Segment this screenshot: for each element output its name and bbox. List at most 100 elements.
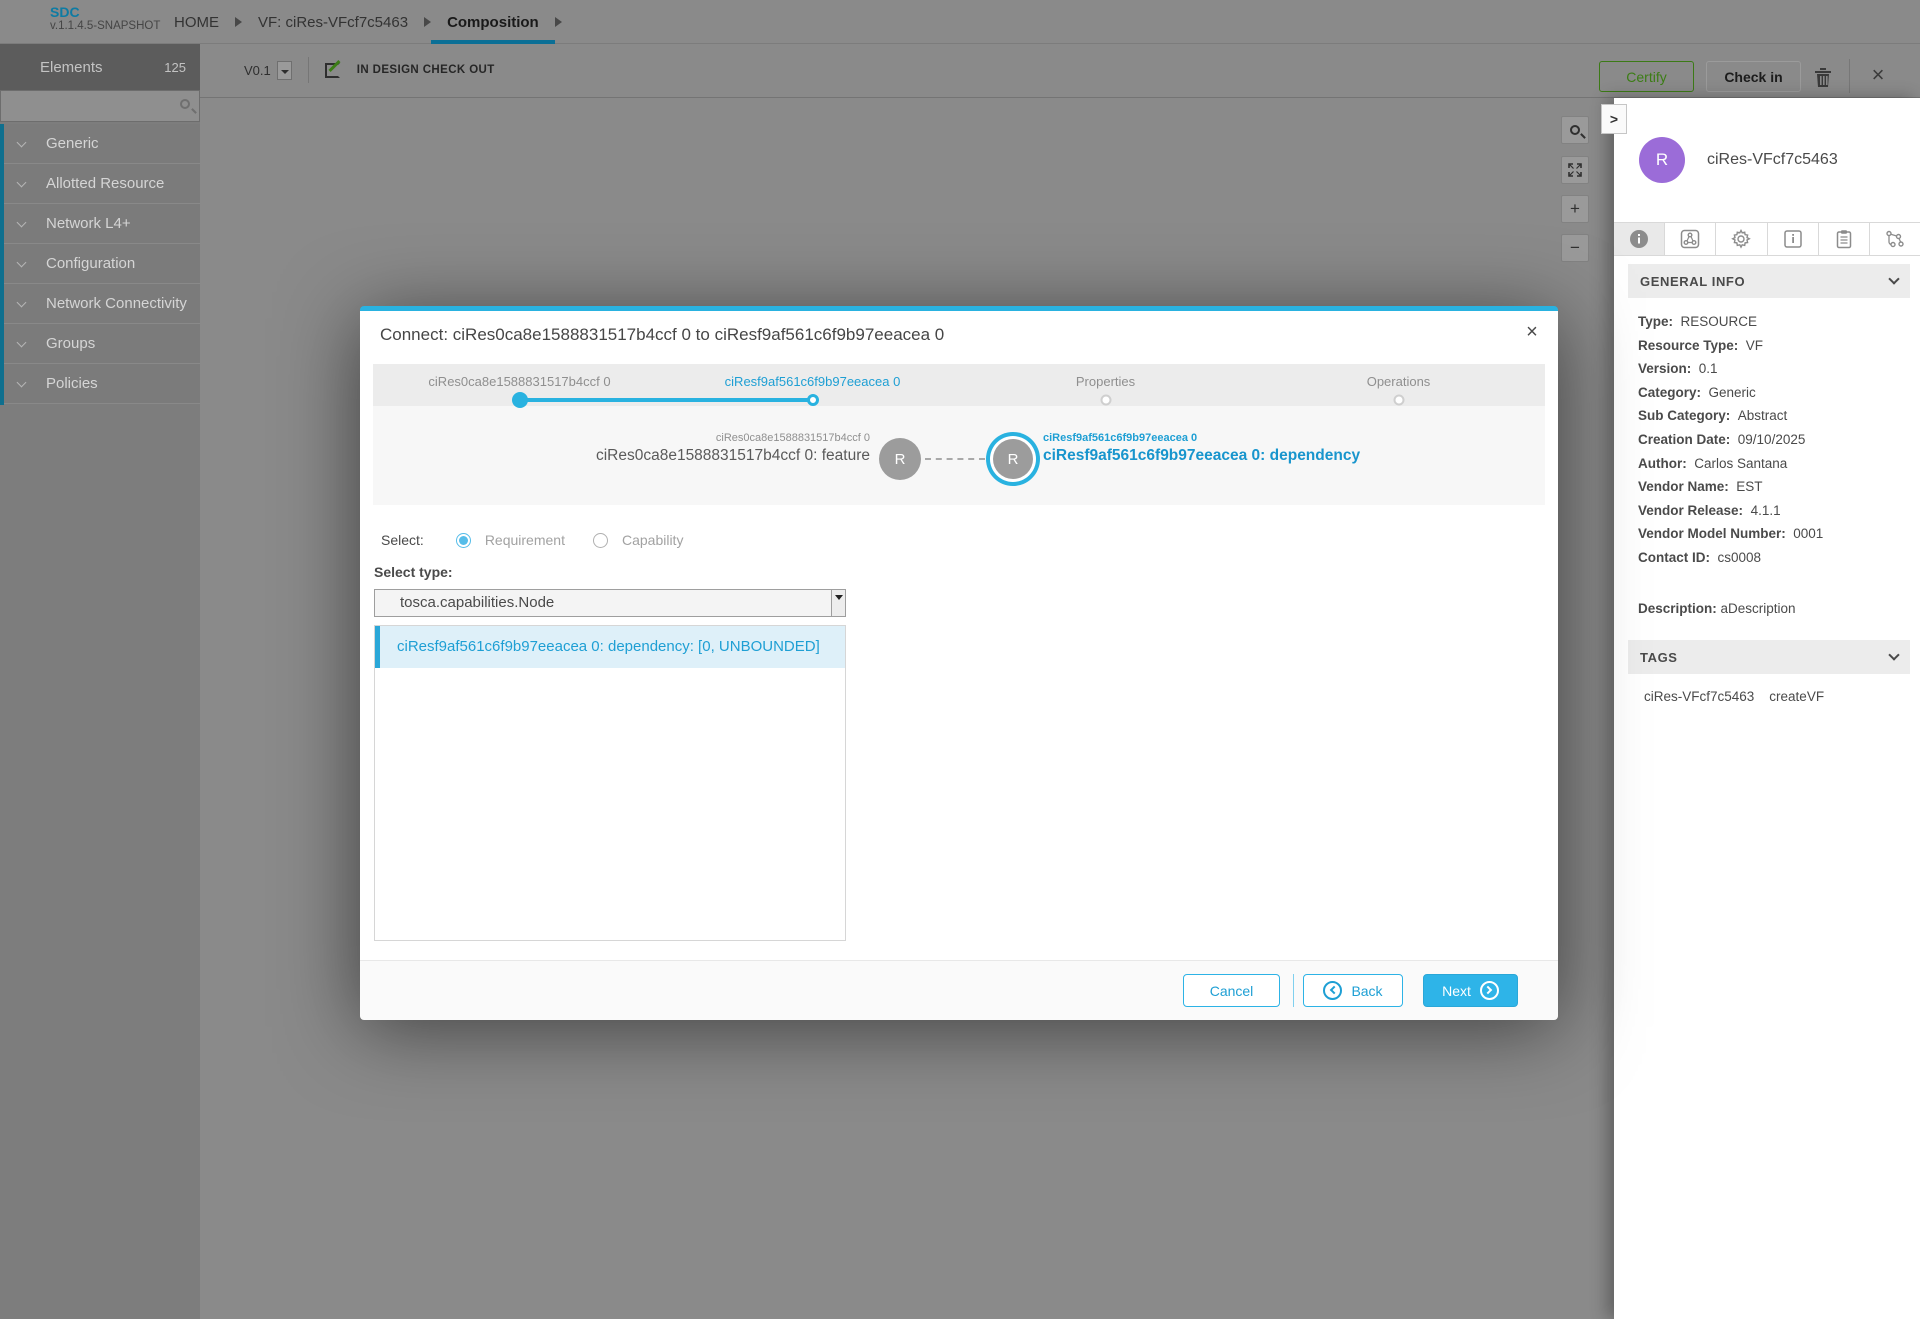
palette-category-allotted-resource[interactable]: Allotted Resource: [0, 164, 200, 204]
field-contact-id: Contact ID: cs0008: [1638, 549, 1762, 565]
step-dot-done: [511, 392, 528, 408]
app-logo-text: SDC: [50, 4, 80, 20]
network-tree-icon: [1886, 230, 1904, 248]
connection-dashed-line: [925, 458, 985, 460]
target-node-badge: R: [993, 439, 1033, 479]
breadcrumb-vf[interactable]: VF: ciRes-VFcf7c5463: [242, 0, 424, 44]
wizard-step-properties[interactable]: Properties: [959, 364, 1252, 406]
next-button[interactable]: Next: [1423, 974, 1518, 1007]
dropdown-arrow-icon: [831, 590, 845, 616]
divider: [1849, 59, 1850, 93]
version-label: V0.1: [244, 62, 271, 78]
tag-item: ciRes-VFcf7c5463: [1644, 689, 1755, 704]
close-icon[interactable]: ×: [1520, 321, 1544, 344]
palette-category-policies[interactable]: Policies: [0, 364, 200, 404]
close-icon[interactable]: ×: [1863, 59, 1893, 91]
breadcrumb-arrow-icon: [235, 17, 242, 27]
modal-title: Connect: ciRes0ca8e1588831517b4ccf 0 to …: [380, 325, 945, 344]
chevron-down-icon: [1888, 273, 1900, 285]
gear-icon: [1731, 229, 1752, 249]
breadcrumb-composition[interactable]: Composition: [431, 0, 555, 44]
version-dropdown-icon[interactable]: [276, 60, 292, 80]
source-node-badge: R: [879, 438, 921, 480]
info-filled-icon: [1630, 230, 1649, 248]
tab-settings[interactable]: [1716, 223, 1768, 255]
requirement-radio[interactable]: [455, 532, 471, 548]
requirement-radio-label[interactable]: Requirement: [485, 532, 565, 548]
select-type-label: Select type:: [374, 564, 453, 580]
tab-general-info[interactable]: [1614, 223, 1666, 255]
chevron-down-icon: [16, 377, 27, 388]
avatar: R: [1639, 137, 1685, 183]
palette-search-box: [0, 90, 200, 122]
chevron-down-icon: [16, 297, 27, 308]
palette-category-generic[interactable]: Generic: [0, 124, 200, 164]
resource-details-panel: > R ciRes-VFcf7c5463 GENERAL INFO Type: …: [1601, 98, 1920, 1319]
select-kind-row: Select: Requirement Capability: [381, 532, 697, 548]
tab-information-artifacts[interactable]: [1768, 223, 1819, 255]
canvas-zoom-out-button[interactable]: −: [1561, 234, 1589, 262]
check-in-button[interactable]: Check in: [1706, 61, 1801, 92]
wizard-progress-line: [519, 398, 813, 402]
palette-count: 125: [164, 59, 186, 75]
chevron-left-circle-icon: [1323, 981, 1343, 1000]
tags-section-header[interactable]: TAGS: [1628, 640, 1910, 674]
wizard-step-operations[interactable]: Operations: [1252, 364, 1545, 406]
type-select-dropdown[interactable]: tosca.capabilities.Node: [374, 589, 846, 617]
general-info-heading: GENERAL INFO: [1640, 273, 1746, 289]
tab-hierarchy[interactable]: [1665, 223, 1717, 255]
breadcrumb: HOME VF: ciRes-VFcf7c5463 Composition: [158, 0, 562, 44]
panel-tab-bar: [1614, 222, 1920, 256]
chevron-down-icon: [16, 137, 27, 148]
palette-category-groups[interactable]: Groups: [0, 324, 200, 364]
resource-title: ciRes-VFcf7c5463: [1707, 151, 1838, 168]
field-resource-type: Resource Type: VF: [1638, 337, 1764, 353]
canvas-fit-screen-button[interactable]: [1561, 156, 1589, 184]
connect-wizard-modal: Connect: ciRes0ca8e1588831517b4ccf 0 to …: [360, 306, 1558, 1020]
select-label: Select:: [381, 532, 424, 548]
search-icon: [1570, 125, 1580, 135]
back-button[interactable]: Back: [1303, 974, 1403, 1007]
chevron-down-icon: [1888, 649, 1900, 661]
requirement-list-item-selected[interactable]: ciResf9af561c6f9b97eeacea 0: dependency:…: [375, 626, 845, 668]
checkout-pencil-icon: [324, 59, 345, 80]
field-sub-category: Sub Category: Abstract: [1638, 408, 1788, 424]
tab-deployment-artifacts[interactable]: [1819, 223, 1870, 255]
target-endpoint-labels: ciResf9af561c6f9b97eeacea 0 ciResf9af561…: [1043, 432, 1361, 464]
canvas-zoom-in-button[interactable]: +: [1561, 195, 1589, 223]
chevron-down-icon: [16, 177, 27, 188]
palette-search-input[interactable]: [1, 91, 171, 121]
canvas-search-button[interactable]: [1561, 116, 1589, 144]
tags-values: ciRes-VFcf7c5463 createVF: [1644, 689, 1824, 704]
connection-preview: ciRes0ca8e1588831517b4ccf 0 ciRes0ca8e15…: [373, 406, 1545, 505]
top-nav-bar: SDC v.1.1.4.5-SNAPSHOT HOME VF: ciRes-VF…: [0, 0, 1920, 44]
capability-radio-label[interactable]: Capability: [622, 532, 683, 548]
palette-accent-strip: [0, 124, 4, 405]
field-description: Description: aDescription: [1638, 601, 1796, 616]
cancel-button[interactable]: Cancel: [1183, 974, 1280, 1007]
chevron-down-icon: [16, 337, 27, 348]
fullscreen-icon: [1568, 163, 1582, 177]
modal-footer: Cancel Back Next: [360, 960, 1558, 1020]
capability-radio[interactable]: [592, 532, 608, 548]
panel-collapse-button[interactable]: >: [1601, 104, 1627, 134]
palette-category-network-l4[interactable]: Network L4+: [0, 204, 200, 244]
clipboard-icon: [1836, 230, 1852, 249]
palette-category-configuration[interactable]: Configuration: [0, 244, 200, 284]
tag-item: createVF: [1769, 689, 1825, 704]
tab-requirements-capabilities[interactable]: [1870, 223, 1920, 255]
general-info-fields: Type: RESOURCE Resource Type: VF Version…: [1638, 310, 1910, 570]
general-info-section-header[interactable]: GENERAL INFO: [1628, 264, 1910, 298]
step-dot-current: [806, 394, 819, 406]
lifecycle-status: IN DESIGN CHECK OUT: [356, 64, 495, 76]
certify-button[interactable]: Certify: [1599, 61, 1694, 92]
palette-category-network-connectivity[interactable]: Network Connectivity: [0, 284, 200, 324]
breadcrumb-arrow-icon: [554, 17, 562, 27]
delete-trash-icon[interactable]: [1812, 64, 1834, 88]
chevron-down-icon: [16, 217, 27, 228]
tags-heading: TAGS: [1640, 649, 1678, 665]
palette-category-list: Generic Allotted Resource Network L4+ Co…: [0, 124, 200, 404]
source-endpoint-labels: ciRes0ca8e1588831517b4ccf 0 ciRes0ca8e15…: [595, 432, 870, 464]
breadcrumb-home[interactable]: HOME: [158, 0, 235, 44]
app-logo: SDC v.1.1.4.5-SNAPSHOT: [50, 4, 160, 33]
